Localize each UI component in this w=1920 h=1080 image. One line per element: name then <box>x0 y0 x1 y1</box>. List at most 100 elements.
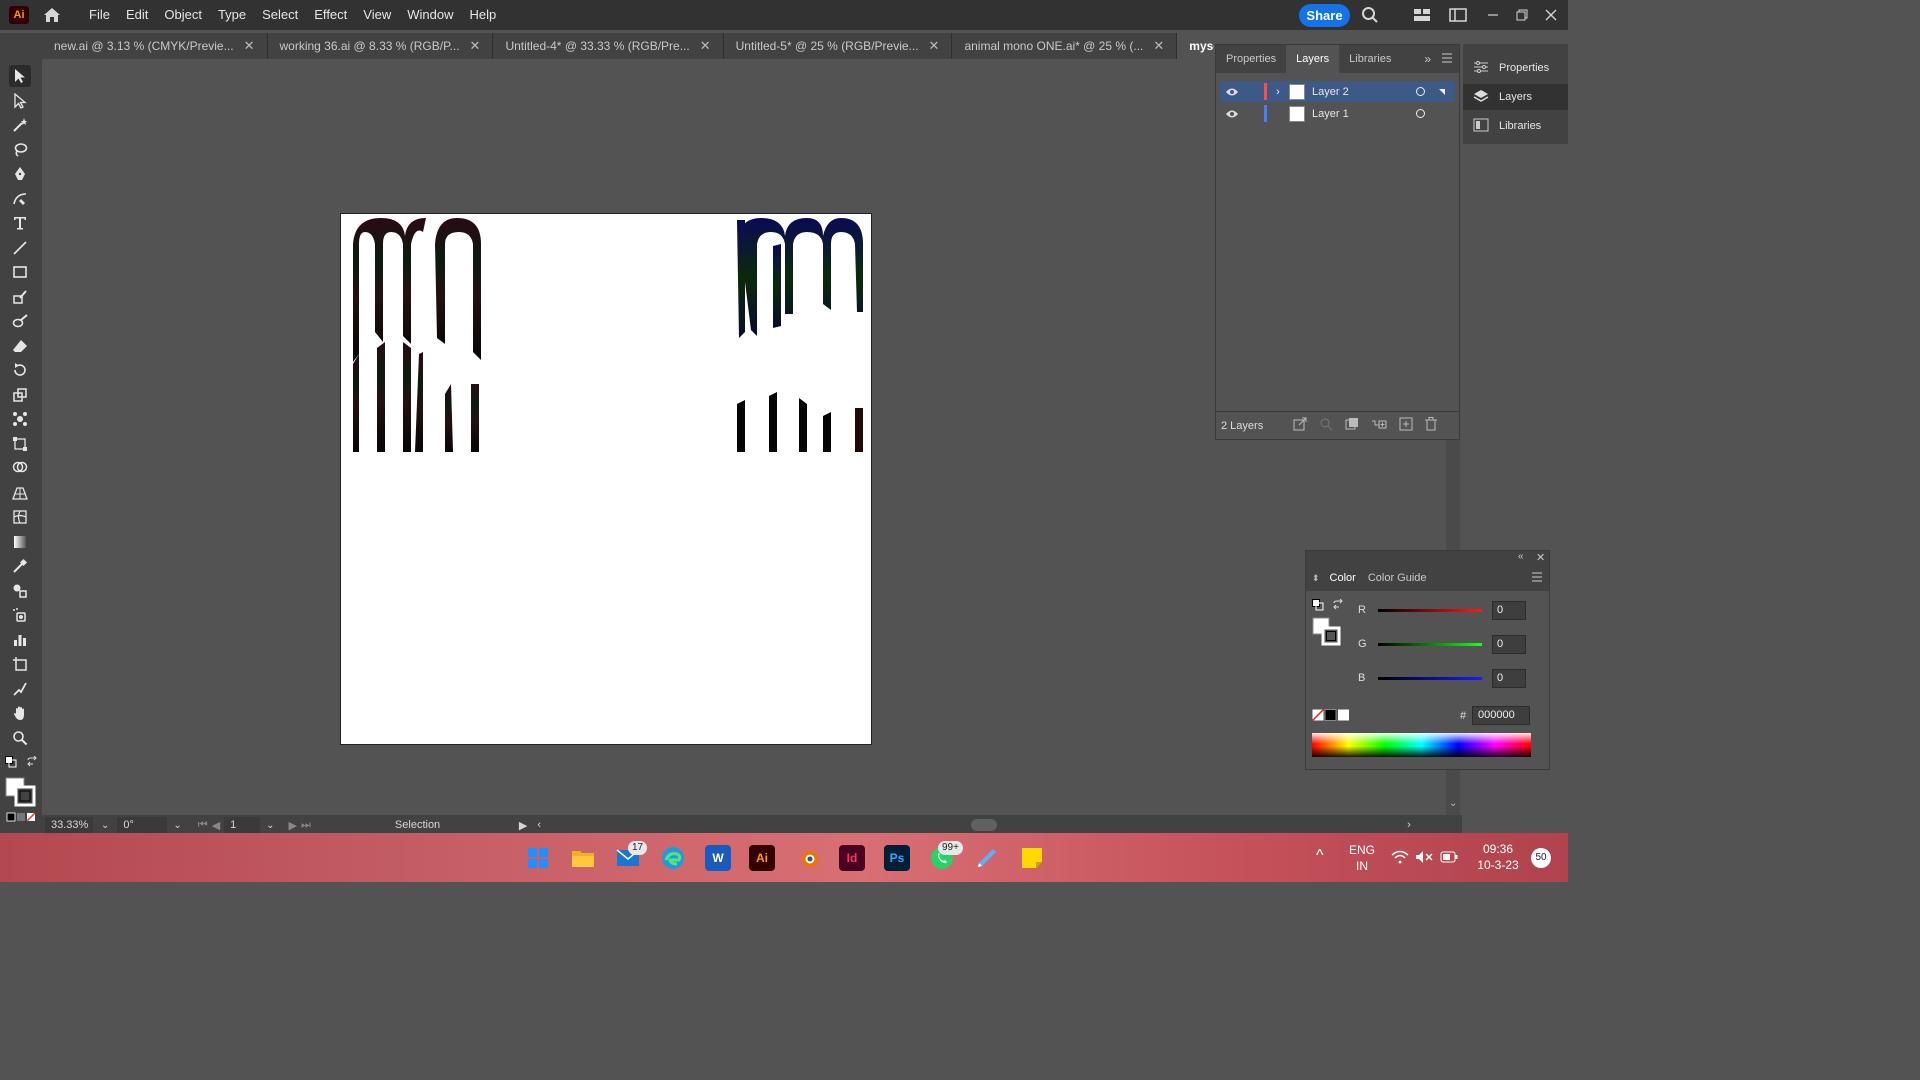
minimize-icon[interactable] <box>1482 5 1504 25</box>
symbol-sprayer-tool-icon[interactable] <box>9 604 31 626</box>
color-spectrum[interactable] <box>1312 733 1531 757</box>
clock-date[interactable]: 10-3-23 <box>1470 858 1526 872</box>
document-tab[interactable]: working 36.ai @ 8.33 % (RGB/P... ✕ <box>268 33 494 59</box>
dock-libraries[interactable]: Libraries <box>1463 113 1568 139</box>
rectangle-tool-icon[interactable] <box>9 261 31 283</box>
clipping-mask-icon[interactable] <box>1345 417 1359 434</box>
fill-stroke-swatches[interactable] <box>5 777 39 807</box>
slice-tool-icon[interactable] <box>9 678 31 700</box>
scroll-right-icon[interactable]: › <box>1407 819 1411 831</box>
fill-stroke-preview[interactable] <box>1312 617 1342 647</box>
close-window-icon[interactable] <box>1540 5 1562 25</box>
slider-track[interactable] <box>1378 642 1482 646</box>
document-tab[interactable]: new.ai @ 3.13 % (CMYK/Previe... ✕ <box>42 33 268 59</box>
next-artboard-icon[interactable]: ▶ <box>289 819 297 832</box>
layer-row[interactable]: › Layer 2 <box>1220 81 1455 102</box>
close-icon[interactable]: ✕ <box>700 38 711 54</box>
tab-libraries[interactable]: Libraries <box>1339 45 1401 73</box>
export-icon[interactable] <box>1293 417 1307 434</box>
panel-menu-icon[interactable] <box>1441 52 1453 66</box>
document-tab-active[interactable]: myself.logo worki <box>1177 33 1214 59</box>
free-transform-tool-icon[interactable] <box>9 433 31 455</box>
magic-wand-tool-icon[interactable] <box>9 114 31 136</box>
rotate-tool-icon[interactable] <box>9 359 31 381</box>
scale-tool-icon[interactable] <box>9 384 31 406</box>
illustrator-taskbar-icon[interactable]: Ai <box>749 845 775 871</box>
photoshop-icon[interactable]: Ps <box>884 845 910 871</box>
default-fill-stroke-icon[interactable] <box>5 756 17 768</box>
first-artboard-icon[interactable]: ⏮ <box>198 819 208 832</box>
last-artboard-icon[interactable]: ⏭ <box>301 819 311 832</box>
dock-layers[interactable]: Layers <box>1463 84 1568 110</box>
selection-tool-icon[interactable] <box>9 65 31 87</box>
close-icon[interactable]: ✕ <box>470 38 481 54</box>
default-colors-icon[interactable] <box>1312 599 1324 611</box>
workspace-switcher-icon[interactable] <box>1411 5 1433 25</box>
green-value-field[interactable]: 0 <box>1492 634 1526 654</box>
restore-icon[interactable] <box>1511 5 1533 25</box>
windows-start-icon[interactable] <box>525 845 551 871</box>
green-slider[interactable]: G 0 <box>1358 634 1528 654</box>
target-circle-icon[interactable] <box>1416 87 1425 96</box>
dock-properties[interactable]: Properties <box>1463 55 1568 81</box>
menu-help[interactable]: Help <box>461 0 504 30</box>
document-tab[interactable]: animal mono ONE.ai* @ 25 % (... ✕ <box>952 33 1178 59</box>
indesign-icon[interactable]: Id <box>839 845 865 871</box>
new-layer-icon[interactable] <box>1399 417 1413 434</box>
perspective-grid-tool-icon[interactable] <box>9 482 31 504</box>
lasso-tool-icon[interactable] <box>9 139 31 161</box>
menu-edit[interactable]: Edit <box>118 0 156 30</box>
panel-menu-icon[interactable] <box>1531 571 1543 585</box>
home-icon[interactable] <box>41 4 63 26</box>
document-tab[interactable]: Untitled-5* @ 25 % (RGB/Previe... ✕ <box>724 33 953 59</box>
chevron-down-icon[interactable]: ⌄ <box>1449 798 1457 809</box>
shape-builder-tool-icon[interactable] <box>9 457 31 479</box>
layer-name[interactable]: Layer 1 <box>1312 108 1412 120</box>
direct-selection-tool-icon[interactable] <box>9 90 31 112</box>
swap-fill-stroke-icon[interactable] <box>26 755 38 768</box>
curvature-tool-icon[interactable] <box>9 188 31 210</box>
new-sublayer-icon[interactable] <box>1371 417 1387 434</box>
trash-icon[interactable] <box>1425 417 1437 434</box>
color-mode-icons[interactable] <box>6 811 36 823</box>
eye-icon[interactable] <box>1220 87 1244 97</box>
chevron-right-icon[interactable]: › <box>1267 86 1289 98</box>
swap-colors-icon[interactable] <box>1332 598 1344 611</box>
none-black-white-swatches[interactable] <box>1311 708 1352 722</box>
blob-brush-tool-icon[interactable] <box>9 310 31 332</box>
close-icon[interactable]: ✕ <box>1153 38 1164 54</box>
menu-select[interactable]: Select <box>254 0 306 30</box>
blue-value-field[interactable]: 0 <box>1492 668 1526 688</box>
menu-object[interactable]: Object <box>156 0 210 30</box>
previous-artboard-icon[interactable]: ◀ <box>212 819 220 832</box>
tab-color-guide[interactable]: Color Guide <box>1368 572 1427 584</box>
edge-browser-icon[interactable] <box>660 845 686 871</box>
clock-time[interactable]: 09:36 <box>1470 842 1526 856</box>
chevron-down-icon[interactable]: ⌄ <box>101 820 109 831</box>
gradient-tool-icon[interactable] <box>9 531 31 553</box>
line-segment-tool-icon[interactable] <box>9 237 31 259</box>
artboard-number-field[interactable]: 1 <box>224 817 261 833</box>
word-icon[interactable]: W <box>705 845 731 871</box>
document-tab[interactable]: Untitled-4* @ 33.33 % (RGB/Pre... ✕ <box>493 33 724 59</box>
chevron-down-icon[interactable]: ⌄ <box>173 820 181 831</box>
search-icon[interactable] <box>1359 5 1381 25</box>
layer-row[interactable]: Layer 1 <box>1220 103 1455 124</box>
layer-name[interactable]: Layer 2 <box>1312 86 1412 98</box>
close-icon[interactable]: ✕ <box>1536 551 1545 564</box>
eyedropper-tool-icon[interactable] <box>9 555 31 577</box>
notification-badge[interactable]: 50 <box>1531 848 1551 868</box>
tab-properties[interactable]: Properties <box>1216 45 1286 73</box>
battery-icon[interactable] <box>1440 851 1458 866</box>
file-explorer-icon[interactable] <box>570 845 596 871</box>
puppet-warp-tool-icon[interactable] <box>9 408 31 430</box>
slider-track[interactable] <box>1378 608 1482 612</box>
arrange-documents-icon[interactable] <box>1447 5 1469 25</box>
type-tool-icon[interactable] <box>9 212 31 234</box>
red-slider[interactable]: R 0 <box>1358 600 1528 620</box>
menu-type[interactable]: Type <box>210 0 254 30</box>
artboard-tool-icon[interactable] <box>9 653 31 675</box>
target-circle-icon[interactable] <box>1416 109 1425 118</box>
region-indicator[interactable]: IN <box>1349 859 1375 873</box>
tab-color[interactable]: Color <box>1324 572 1362 584</box>
